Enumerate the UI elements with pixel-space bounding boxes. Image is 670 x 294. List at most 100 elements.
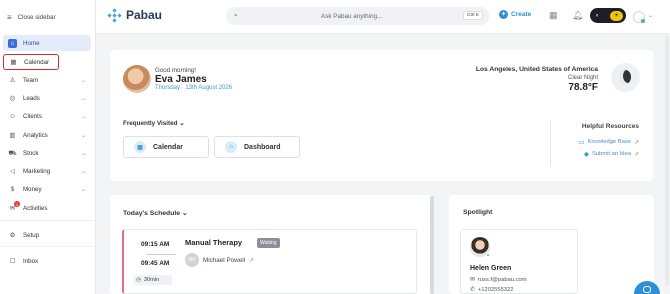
sidebar-divider <box>0 220 96 221</box>
schedule-title: Today's Schedule <box>123 210 181 217</box>
email-text: russ.f@pabau.com <box>477 277 527 283</box>
sidebar-item-label: Money <box>23 185 42 193</box>
pabau-logo[interactable]: Pabau <box>107 7 163 23</box>
avatar <box>470 237 490 257</box>
chevron-down-icon: ⌄ <box>179 120 185 127</box>
knowledge-base-link[interactable]: ▭ Knowledge Base ↗ <box>578 138 639 146</box>
sidebar-item-label: Marketing <box>23 167 51 175</box>
appointment-start-time: 09:15 AM <box>141 241 170 248</box>
calendar-icon: ▦ <box>134 141 146 153</box>
chevron-down-icon: ⌄ <box>80 113 86 120</box>
stock-icon: ⛟ <box>8 149 17 157</box>
time-separator <box>146 254 176 255</box>
duration-label: 30min <box>143 277 160 283</box>
status-badge: Waiting <box>257 238 280 248</box>
brand-name: Pabau <box>126 8 163 22</box>
chevron-down-icon: ⌄ <box>80 95 86 102</box>
spotlight-person-card[interactable]: Helen Green ✉ russ.f@pabau.com ✆ +120255… <box>460 229 578 294</box>
frequently-visited-title: Frequently Visited <box>123 120 178 127</box>
appointment-card[interactable]: 09:15 AM 09:45 AM ◷ 30min Manual Therapy… <box>122 229 417 294</box>
keyboard-shortcut: Ctrl K <box>463 11 483 20</box>
calendar-icon[interactable]: ▦ <box>549 10 558 21</box>
close-sidebar-button[interactable]: ≡ Close sidebar <box>0 0 95 34</box>
chat-icon <box>643 286 651 293</box>
sidebar: ≡ Close sidebar ⌂ Home ▦ Calendar ♙ Team… <box>0 0 96 294</box>
idea-icon: ◆ <box>583 151 589 158</box>
person-phone: ✆ +1202555322 <box>470 287 513 293</box>
theme-toggle[interactable]: ◐ ☀ <box>590 8 626 23</box>
logo-icon <box>107 7 122 23</box>
phone-icon: ✆ <box>470 287 475 293</box>
quick-link-dashboard[interactable]: ⌂ Dashboard <box>214 136 300 158</box>
create-button[interactable]: + Create <box>499 10 531 19</box>
sidebar-item-clients[interactable]: ☺ Clients ⌄ <box>3 108 91 124</box>
plus-icon: + <box>499 10 508 19</box>
sidebar-item-analytics[interactable]: ▥ Analytics ⌄ <box>3 127 91 143</box>
sidebar-item-setup[interactable]: ⚙ Setup <box>3 227 91 243</box>
link-label: Knowledge Base <box>587 139 631 145</box>
chevron-down-icon[interactable]: ⌄ <box>648 12 653 19</box>
sidebar-item-money[interactable]: $ Money ⌄ <box>3 181 91 197</box>
money-icon: $ <box>10 185 15 193</box>
chat-button[interactable] <box>634 281 660 294</box>
sidebar-item-stock[interactable]: ⛟ Stock ⌄ <box>3 145 91 161</box>
bell-icon[interactable]: 🔔︎ <box>572 10 583 21</box>
night-weather-icon <box>611 63 640 92</box>
setup-icon: ⚙ <box>9 232 16 239</box>
quick-link-calendar[interactable]: ▦ Calendar <box>123 136 209 158</box>
staff-link[interactable]: Michael Powell ↗ <box>203 257 254 264</box>
sidebar-item-inbox[interactable]: ☐ Inbox <box>3 253 91 269</box>
mail-icon: ✉ <box>470 277 475 283</box>
sidebar-item-home[interactable]: ⌂ Home <box>3 35 91 51</box>
frequently-visited-toggle[interactable]: Frequently Visited ⌄ <box>123 120 185 127</box>
chevron-down-icon: ⌄ <box>181 210 188 217</box>
clock-icon: ◷ <box>136 277 141 283</box>
weather-location: Los Angeles, United States of America <box>475 66 598 73</box>
top-bar: Pabau ⌕ Ask Pabau anything... Ctrl K + C… <box>96 0 670 34</box>
calendar-icon: ▦ <box>10 59 17 66</box>
sun-icon: ☀ <box>610 10 623 21</box>
leads-icon: ◎ <box>9 95 16 102</box>
clients-icon: ☺ <box>9 112 16 120</box>
section-divider <box>550 120 551 166</box>
spotlight-title: Spotlight <box>463 209 493 216</box>
inbox-icon: ☐ <box>9 258 16 265</box>
book-icon: ▭ <box>578 139 585 146</box>
welcome-card: Good morning! Eva James Thursday · 13th … <box>110 50 653 181</box>
helpful-resources-title: Helpful Resources <box>581 123 639 130</box>
analytics-icon: ▥ <box>9 132 16 139</box>
sidebar-item-marketing[interactable]: ◁ Marketing ⌄ <box>3 163 91 179</box>
sidebar-item-leads[interactable]: ◎ Leads ⌄ <box>3 90 91 106</box>
home-icon: ⌂ <box>225 141 237 153</box>
sidebar-item-label: Leads <box>23 94 40 102</box>
chevron-down-icon: ⌄ <box>80 168 86 175</box>
sidebar-item-label: Team <box>23 76 39 84</box>
online-status-dot <box>486 253 490 257</box>
current-date: Thursday · 13th August 2026 <box>155 85 233 91</box>
user-avatar[interactable] <box>633 11 645 23</box>
appointment-end-time: 09:45 AM <box>141 260 170 267</box>
schedule-toggle[interactable]: Today's Schedule ⌄ <box>123 209 188 217</box>
sidebar-item-label: Setup <box>23 231 40 239</box>
external-link-icon: ↗ <box>249 258 255 264</box>
external-link-icon: ↗ <box>633 151 639 158</box>
sidebar-item-label: Clients <box>23 112 42 120</box>
service-name: Manual Therapy <box>185 238 243 247</box>
page-scrollbar[interactable] <box>665 36 669 286</box>
sidebar-item-label: Calendar <box>24 58 50 66</box>
duration-badge: ◷ 30min <box>133 275 172 285</box>
chevron-down-icon: ⌄ <box>80 77 86 84</box>
search-input[interactable]: ⌕ Ask Pabau anything... Ctrl K <box>226 7 489 25</box>
chevron-down-icon: ⌄ <box>80 132 86 139</box>
schedule-card: Today's Schedule ⌄ 09:15 AM 09:45 AM ◷ 3… <box>110 195 432 294</box>
menu-icon: ≡ <box>7 12 12 22</box>
submit-idea-link[interactable]: ◆ Submit an Idea ↗ <box>584 150 639 158</box>
staff-avatar: MP <box>185 253 199 267</box>
sidebar-item-calendar[interactable]: ▦ Calendar <box>3 54 59 70</box>
link-label: Submit an Idea <box>591 151 631 157</box>
sidebar-item-activities[interactable]: ✉ 1 Activities <box>3 200 91 216</box>
person-name: Helen Green <box>470 265 512 272</box>
sidebar-item-team[interactable]: ♙ Team ⌄ <box>3 72 91 88</box>
notification-badge: 1 <box>14 201 20 207</box>
schedule-scrollbar[interactable] <box>430 196 434 294</box>
